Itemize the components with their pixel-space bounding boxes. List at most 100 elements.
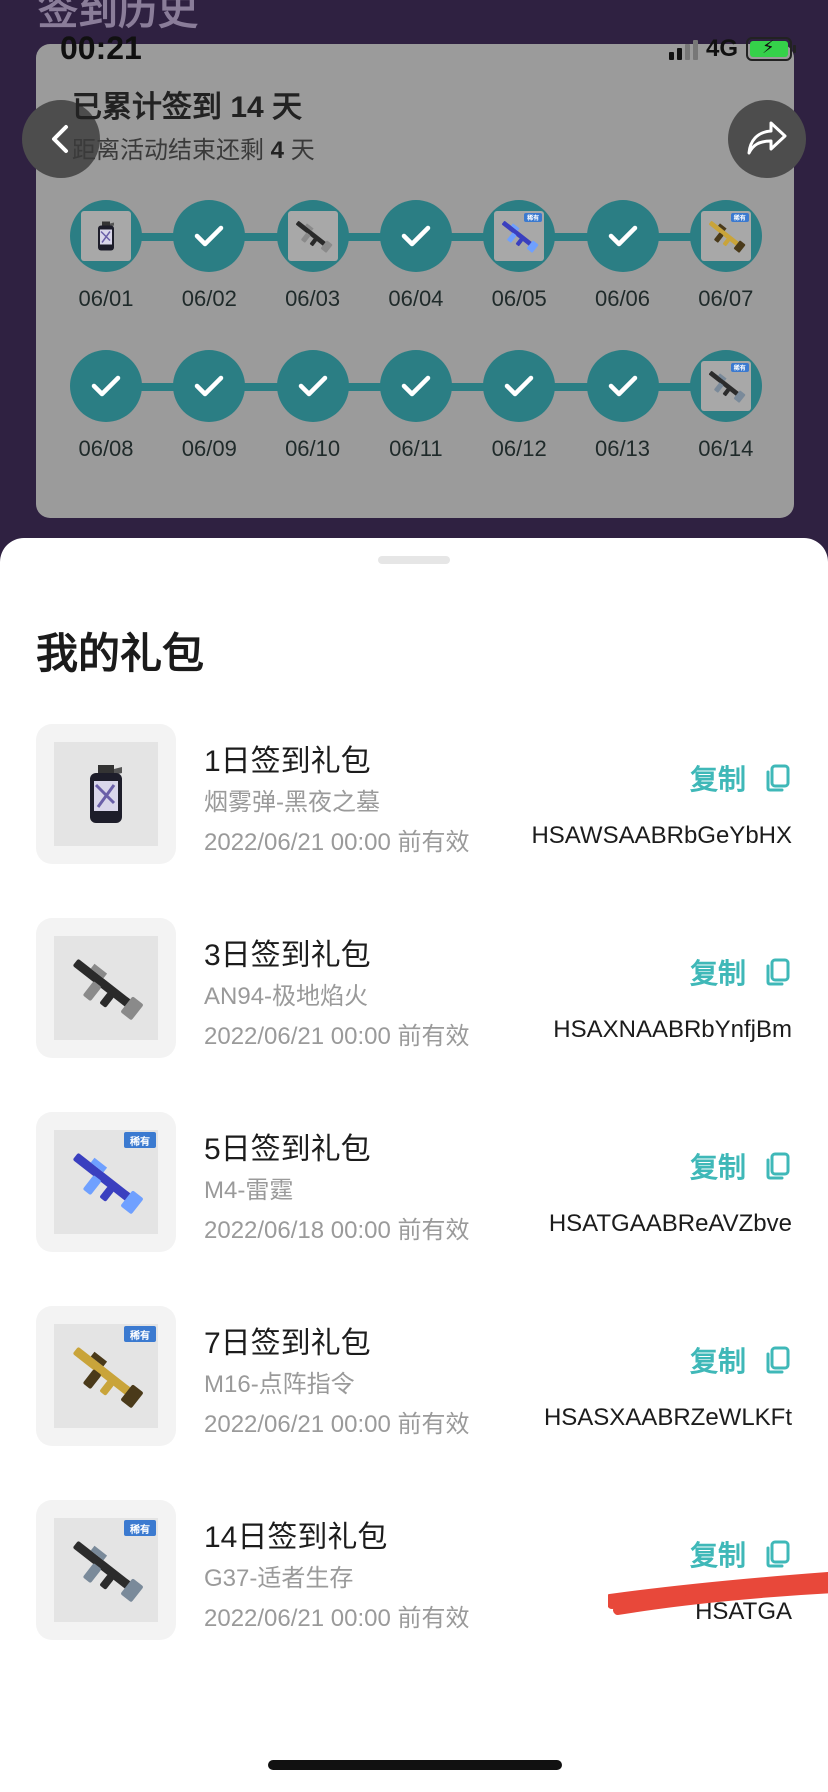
checkin-date: 06/09 (181, 436, 237, 461)
gift-validity: 2022/06/21 00:00 前有效 (204, 1605, 470, 1632)
gift-item-name: 烟雾弹-黑夜之墓 (204, 789, 380, 816)
gift-validity: 2022/06/18 00:00 前有效 (204, 1217, 470, 1244)
copy-icon (766, 764, 790, 792)
status-time: 00:21 (60, 30, 142, 66)
checkin-date: 06/11 (389, 436, 443, 461)
checkin-day: 06/13 (586, 350, 659, 462)
smoke-grenade-icon (54, 742, 158, 846)
copy-icon (766, 1152, 790, 1180)
checkin-day: 稀有 06/14 (689, 350, 762, 462)
checkin-date: 06/05 (491, 286, 547, 311)
check-icon (379, 200, 452, 272)
gift-code[interactable]: HSATGAABReAVZbve (549, 1210, 792, 1238)
checkin-date: 06/12 (491, 436, 547, 461)
copy-icon (766, 1346, 790, 1374)
copy-label: 复制 (689, 1152, 746, 1183)
gift-item: 稀有 7日签到礼包 M16-点阵指令 2022/06/21 00:00 前有效 HSAS… (0, 1306, 828, 1452)
gift-name: 7日签到礼包 (204, 1327, 371, 1360)
gift-code[interactable]: HSAXNAABRbYnfjBm (553, 1016, 792, 1044)
checkin-day: 06/04 (379, 200, 452, 312)
checkin-date: 06/01 (78, 286, 134, 311)
checkin-day: 06/06 (586, 200, 659, 312)
check-icon (70, 350, 142, 422)
checkin-day: 06/08 (70, 350, 142, 462)
rare-tag: 稀有 (124, 1326, 156, 1342)
gift-image: 稀有 (36, 1500, 176, 1640)
gift-image (36, 918, 176, 1058)
rifle-dark-icon: 稀有 (54, 1518, 158, 1622)
checkin-day: 稀有 06/05 (483, 200, 556, 312)
rare-tag: 稀有 (524, 213, 543, 222)
gift-code[interactable]: HSAWSAABRbGeYbHX (531, 822, 792, 850)
checkin-day: 06/03 (276, 200, 349, 312)
copy-button[interactable]: 复制 (690, 758, 790, 798)
copy-button[interactable]: 复制 (690, 1340, 790, 1380)
share-button[interactable] (728, 100, 806, 178)
copy-icon (766, 958, 790, 986)
gift-item-name: AN94-极地焰火 (204, 983, 369, 1010)
copy-button[interactable]: 复制 (690, 1534, 790, 1574)
checkin-day: 06/09 (173, 350, 246, 462)
gift-name: 14日签到礼包 (204, 1521, 388, 1554)
checkin-day: 06/02 (173, 200, 246, 312)
check-icon (586, 200, 659, 272)
battery-icon: ⚡ (746, 37, 796, 61)
checkin-date: 06/02 (181, 286, 237, 311)
check-icon (586, 350, 659, 422)
checkin-date: 06/07 (698, 286, 754, 311)
reward-rifle-icon (276, 200, 349, 272)
rare-tag: 稀有 (124, 1520, 156, 1536)
copy-label: 复制 (689, 764, 746, 795)
gift-name: 3日签到礼包 (204, 939, 371, 972)
gift-code[interactable]: HSASXAABRZeWLKFt (544, 1404, 792, 1432)
check-icon (173, 350, 246, 422)
checkin-timeline-row: 06/08 06/09 06/10 06/11 06/12 06/13 稀有 06/14 (70, 350, 762, 462)
checkin-day: 稀有 06/07 (689, 200, 762, 312)
gift-validity: 2022/06/21 00:00 前有效 (204, 1411, 470, 1438)
network-label: 4G (705, 35, 738, 62)
sheet-title: 我的礼包 (36, 630, 205, 677)
copy-label: 复制 (689, 1540, 746, 1571)
gift-image (36, 724, 176, 864)
total-checkin-text: 已累计签到 14 天 (72, 91, 303, 124)
gift-item-name: M16-点阵指令 (204, 1371, 355, 1398)
check-icon (379, 350, 452, 422)
reward-rifle-blue-icon: 稀有 (483, 200, 556, 272)
signal-icon (668, 38, 698, 60)
rare-tag: 稀有 (124, 1132, 156, 1148)
rare-tag: 稀有 (730, 213, 749, 222)
redaction-mark (608, 1572, 828, 1615)
gift-image: 稀有 (36, 1112, 176, 1252)
copy-icon (766, 1540, 790, 1568)
home-indicator (268, 1760, 562, 1770)
checkin-date: 06/04 (388, 286, 444, 311)
check-icon (483, 350, 556, 422)
gift-image: 稀有 (36, 1306, 176, 1446)
checkin-day: 06/01 (70, 200, 142, 312)
rifle-gold-icon: 稀有 (54, 1324, 158, 1428)
checkin-date: 06/10 (285, 436, 341, 461)
checkin-timeline-row: 06/01 06/02 06/03 06/04 稀有 06/05 06/06 稀有 06/07 (70, 200, 762, 312)
checkin-date: 06/08 (78, 436, 134, 461)
reward-rifle-dark-icon: 稀有 (689, 350, 762, 422)
reward-smoke-grenade-icon (70, 200, 142, 272)
gift-validity: 2022/06/21 00:00 前有效 (204, 1023, 470, 1050)
status-icons: 4G ⚡ (668, 34, 796, 64)
checkin-date: 06/06 (594, 286, 651, 311)
gift-name: 5日签到礼包 (204, 1133, 371, 1166)
gift-item: 稀有 5日签到礼包 M4-雷霆 2022/06/18 00:00 前有效 HSATGAA… (0, 1112, 828, 1258)
sheet-handle[interactable] (378, 556, 450, 564)
checkin-day: 06/12 (483, 350, 556, 462)
copy-label: 复制 (689, 958, 746, 989)
checkin-day: 06/10 (276, 350, 349, 462)
check-icon (276, 350, 349, 422)
copy-button[interactable]: 复制 (690, 952, 790, 992)
gift-item-name: M4-雷霆 (204, 1177, 294, 1204)
rifle-icon (54, 936, 158, 1040)
checkin-date: 06/14 (698, 436, 754, 461)
gift-name: 1日签到礼包 (204, 745, 371, 778)
remaining-days-text: 距离活动结束还剩 4 天 (72, 137, 315, 164)
reward-rifle-gold-icon: 稀有 (689, 200, 762, 272)
rare-tag: 稀有 (730, 363, 749, 372)
copy-button[interactable]: 复制 (690, 1146, 790, 1186)
